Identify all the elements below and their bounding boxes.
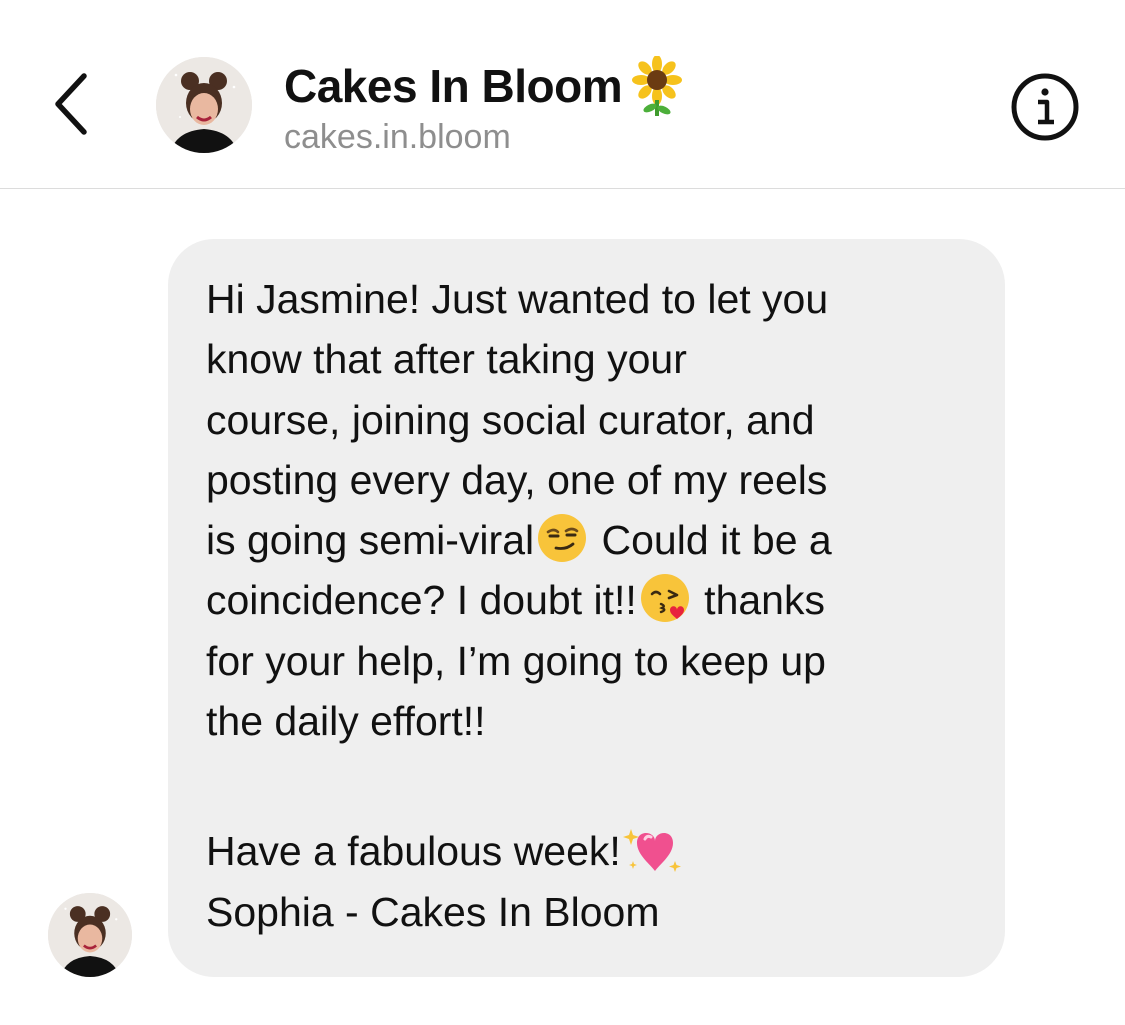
back-button[interactable] xyxy=(44,68,104,140)
message-line: for your help, I’m going to keep up xyxy=(206,637,826,684)
message-spacer xyxy=(206,751,965,821)
message-fragment: Could it be a xyxy=(590,517,832,564)
message-bubble[interactable]: Hi Jasmine! Just wanted to let you know … xyxy=(168,239,1005,977)
conversation-header: Cakes In Bloom cakes.in.bloom xyxy=(0,0,1125,189)
message-line: course, joining social curator, and xyxy=(206,396,815,443)
message-line: Sophia - Cakes In Bloom xyxy=(206,888,660,935)
message-line: Hi Jasmine! Just wanted to let you xyxy=(206,276,829,322)
contact-title-row[interactable]: Cakes In Bloom xyxy=(284,55,686,116)
smirk-emoji xyxy=(536,512,588,564)
message-fragment: thanks xyxy=(692,577,825,624)
contact-username: cakes.in.bloom xyxy=(284,118,511,156)
message-line: Have a fabulous week! xyxy=(206,821,965,881)
message-text: Hi Jasmine! Just wanted to let you know … xyxy=(206,269,965,942)
sender-avatar[interactable] xyxy=(48,893,132,977)
contact-name: Cakes In Bloom xyxy=(284,60,623,112)
sunflower-icon xyxy=(628,55,686,116)
avatar-photo xyxy=(48,893,132,977)
message-line: know that after taking your xyxy=(206,336,687,383)
contact-avatar[interactable] xyxy=(156,57,252,153)
message-line: the daily effort!! xyxy=(206,698,486,745)
message-line: coincidence? I doubt it!! thanks xyxy=(206,570,965,630)
info-icon xyxy=(1011,73,1079,141)
info-button[interactable] xyxy=(1010,72,1080,142)
message-line: is going semi-viral Could it be a xyxy=(206,510,965,570)
sparkling-heart-emoji xyxy=(622,821,683,879)
chevron-left-icon xyxy=(55,73,87,135)
message-fragment: coincidence? I doubt it!! xyxy=(206,577,637,624)
message-fragment: Have a fabulous week! xyxy=(206,828,621,875)
message-line: posting every day, one of my reels xyxy=(206,456,828,503)
kiss-emoji xyxy=(639,572,691,624)
avatar-photo xyxy=(156,57,252,153)
message-fragment: is going semi-viral xyxy=(206,517,535,564)
